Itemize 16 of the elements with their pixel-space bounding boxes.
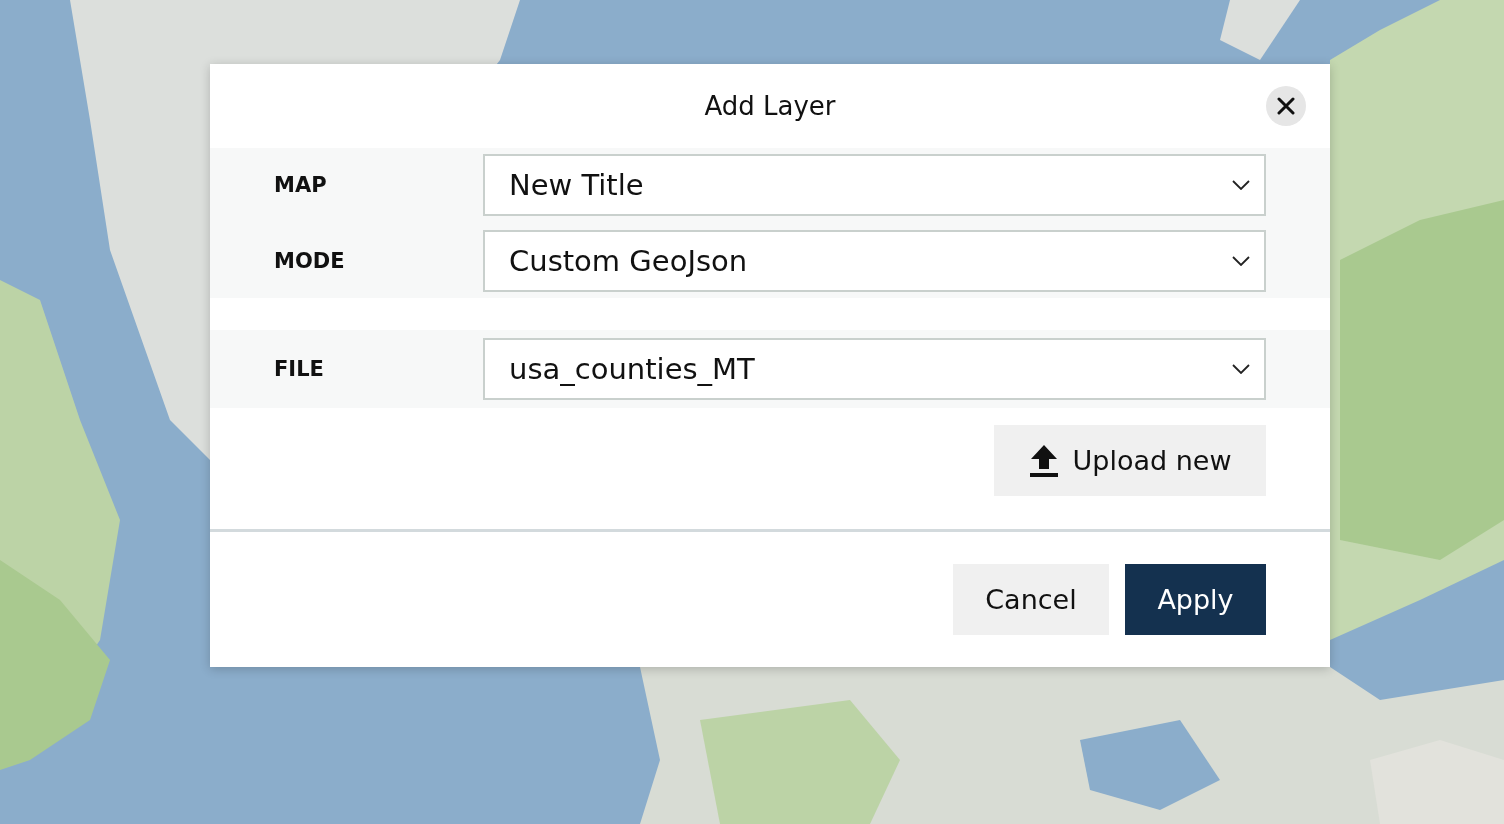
upload-button[interactable]: Upload new: [994, 425, 1266, 496]
chevron-down-icon: [1232, 180, 1250, 190]
chevron-down-icon: [1232, 256, 1250, 266]
dropdown-field[interactable]: usa_counties_MT: [483, 338, 1266, 400]
apply-button[interactable]: Apply: [1125, 564, 1266, 635]
dialog-title: Add Layer: [704, 91, 836, 121]
dropdown-field[interactable]: New Title: [483, 154, 1266, 216]
dropdown-field[interactable]: Custom GeoJson: [483, 230, 1266, 292]
close-button[interactable]: [1266, 86, 1306, 126]
close-icon: [1277, 97, 1295, 115]
field-label: MODE: [274, 249, 346, 273]
upload-icon: [1028, 443, 1059, 478]
field-label: MAP: [274, 173, 328, 197]
field-label: FILE: [274, 357, 325, 381]
chevron-down-icon: [1232, 364, 1250, 374]
cancel-button[interactable]: Cancel: [953, 564, 1109, 635]
